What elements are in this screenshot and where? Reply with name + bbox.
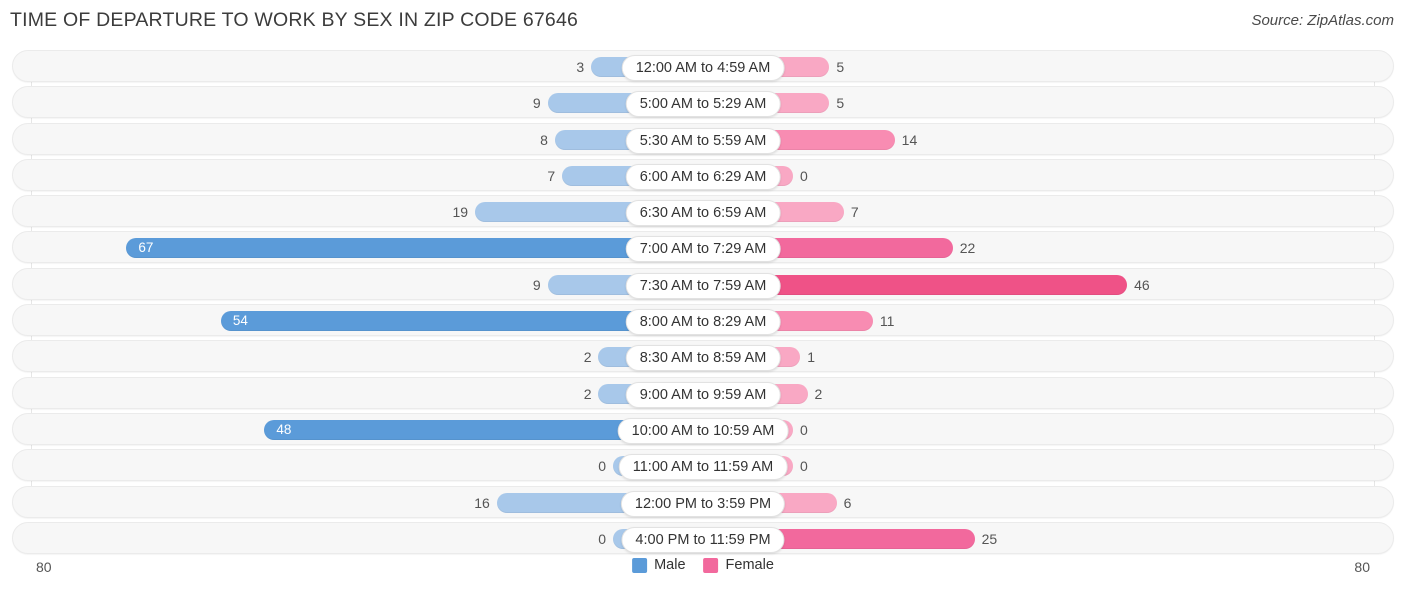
row-track: 3 5 12:00 AM to 4:59 AM [12, 50, 1394, 82]
category-label: 12:00 PM to 3:59 PM [620, 490, 786, 517]
legend-swatch-icon [703, 557, 719, 573]
category-label: 6:30 AM to 6:59 AM [625, 200, 781, 227]
legend-swatch-icon [632, 557, 648, 573]
table-row[interactable]: 8 14 5:30 AM to 5:59 AM [0, 122, 1406, 155]
category-label: 7:30 AM to 7:59 AM [625, 272, 781, 299]
category-label: 12:00 AM to 4:59 AM [621, 55, 785, 81]
male-value-label: 67 [138, 240, 154, 256]
legend-label: Male [654, 557, 686, 573]
male-value-label: 8 [540, 131, 548, 148]
row-track: 54 11 8:00 AM to 8:29 AM [12, 304, 1394, 337]
female-value-label: 0 [800, 421, 808, 438]
female-value-label: 0 [800, 458, 808, 475]
source-attribution: Source: ZipAtlas.com [1251, 12, 1394, 29]
table-row[interactable]: 16 6 12:00 PM to 3:59 PM [0, 485, 1406, 518]
table-row[interactable]: 7 0 6:00 AM to 6:29 AM [0, 158, 1406, 191]
table-row[interactable]: 19 7 6:30 AM to 6:59 AM [0, 195, 1406, 228]
table-row[interactable]: 3 5 12:00 AM to 4:59 AM [0, 50, 1406, 82]
category-label: 11:00 AM to 11:59 AM [618, 454, 788, 481]
male-value-label: 19 [452, 204, 469, 221]
category-label: 9:00 AM to 9:59 AM [625, 381, 781, 408]
male-value-label: 0 [598, 530, 606, 547]
female-value-label: 11 [879, 313, 895, 330]
female-value-label: 0 [800, 167, 808, 184]
chart-legend: Male Female [632, 557, 774, 573]
row-track: 0 0 11:00 AM to 11:59 AM [12, 449, 1394, 482]
male-value-label: 9 [532, 95, 541, 112]
category-label: 5:30 AM to 5:59 AM [625, 127, 781, 154]
row-track: 9 5 5:00 AM to 5:29 AM [12, 86, 1394, 119]
row-track: 7 0 6:00 AM to 6:29 AM [12, 158, 1394, 191]
legend-item[interactable]: Female [703, 557, 774, 573]
row-track: 67 22 7:00 AM to 7:29 AM [12, 231, 1394, 264]
male-value-label: 9 [532, 276, 541, 293]
female-value-label: 2 [814, 385, 823, 402]
axis-label-left: 80 [36, 559, 52, 575]
bar-rows-container: 3 5 12:00 AM to 4:59 AM 9 5 5:00 AM to 5:29 A… [0, 50, 1406, 558]
table-row[interactable]: 2 1 8:30 AM to 8:59 AM [0, 340, 1406, 373]
table-row[interactable]: 48 0 10:00 AM to 10:59 AM [0, 412, 1406, 445]
female-value-label: 6 [843, 494, 852, 511]
table-row[interactable]: 2 2 9:00 AM to 9:59 AM [0, 376, 1406, 409]
category-label: 8:30 AM to 8:59 AM [625, 345, 781, 372]
category-label: 4:00 PM to 11:59 PM [621, 526, 785, 553]
page-title: TIME OF DEPARTURE TO WORK BY SEX IN ZIP … [10, 9, 579, 31]
category-label: 7:00 AM to 7:29 AM [625, 236, 781, 263]
table-row[interactable]: 9 46 7:30 AM to 7:59 AM [0, 267, 1406, 300]
male-value-label: 54 [232, 313, 248, 329]
row-track: 9 46 7:30 AM to 7:59 AM [12, 267, 1394, 300]
row-track: 8 14 5:30 AM to 5:59 AM [12, 122, 1394, 155]
male-value-label: 2 [583, 349, 592, 366]
chart-header: TIME OF DEPARTURE TO WORK BY SEX IN ZIP … [0, 0, 1406, 46]
table-row[interactable]: 0 0 11:00 AM to 11:59 AM [0, 449, 1406, 482]
female-value-label: 5 [836, 95, 845, 112]
table-row[interactable]: 67 22 7:00 AM to 7:29 AM [0, 231, 1406, 264]
table-row[interactable]: 0 25 4:00 PM to 11:59 PM [0, 521, 1406, 554]
female-value-label: 7 [850, 204, 859, 221]
category-label: 5:00 AM to 5:29 AM [625, 91, 781, 118]
table-row[interactable]: 9 5 5:00 AM to 5:29 AM [0, 86, 1406, 119]
legend-item[interactable]: Male [632, 557, 686, 573]
female-value-label: 14 [901, 131, 918, 148]
row-track: 2 1 8:30 AM to 8:59 AM [12, 340, 1394, 373]
male-value-label: 2 [583, 385, 592, 402]
male-value-label: 48 [276, 421, 292, 437]
row-track: 0 25 4:00 PM to 11:59 PM [12, 521, 1394, 554]
male-bar[interactable] [126, 238, 703, 259]
male-value-label: 0 [598, 458, 606, 475]
legend-label: Female [725, 557, 774, 573]
female-value-label: 22 [959, 240, 976, 257]
female-value-label: 1 [807, 349, 816, 366]
category-label: 8:00 AM to 8:29 AM [625, 309, 781, 336]
category-label: 6:00 AM to 6:29 AM [625, 163, 781, 190]
category-label: 10:00 AM to 10:59 AM [617, 417, 789, 444]
male-value-label: 16 [474, 494, 490, 511]
row-track: 2 2 9:00 AM to 9:59 AM [12, 376, 1394, 409]
female-value-label: 46 [1134, 276, 1150, 293]
chart-plot-area: 3 5 12:00 AM to 4:59 AM 9 5 5:00 AM to 5:29 A… [0, 50, 1406, 555]
male-value-label: 3 [576, 59, 585, 75]
female-value-label: 5 [836, 59, 845, 75]
axis-label-right: 80 [1354, 559, 1370, 575]
male-value-label: 7 [547, 167, 556, 184]
row-track: 16 6 12:00 PM to 3:59 PM [12, 485, 1394, 518]
female-value-label: 25 [981, 530, 998, 547]
row-track: 19 7 6:30 AM to 6:59 AM [12, 195, 1394, 228]
row-track: 48 0 10:00 AM to 10:59 AM [12, 412, 1394, 445]
chart-footer: 80 80 Male Female [0, 553, 1406, 587]
table-row[interactable]: 54 11 8:00 AM to 8:29 AM [0, 304, 1406, 337]
